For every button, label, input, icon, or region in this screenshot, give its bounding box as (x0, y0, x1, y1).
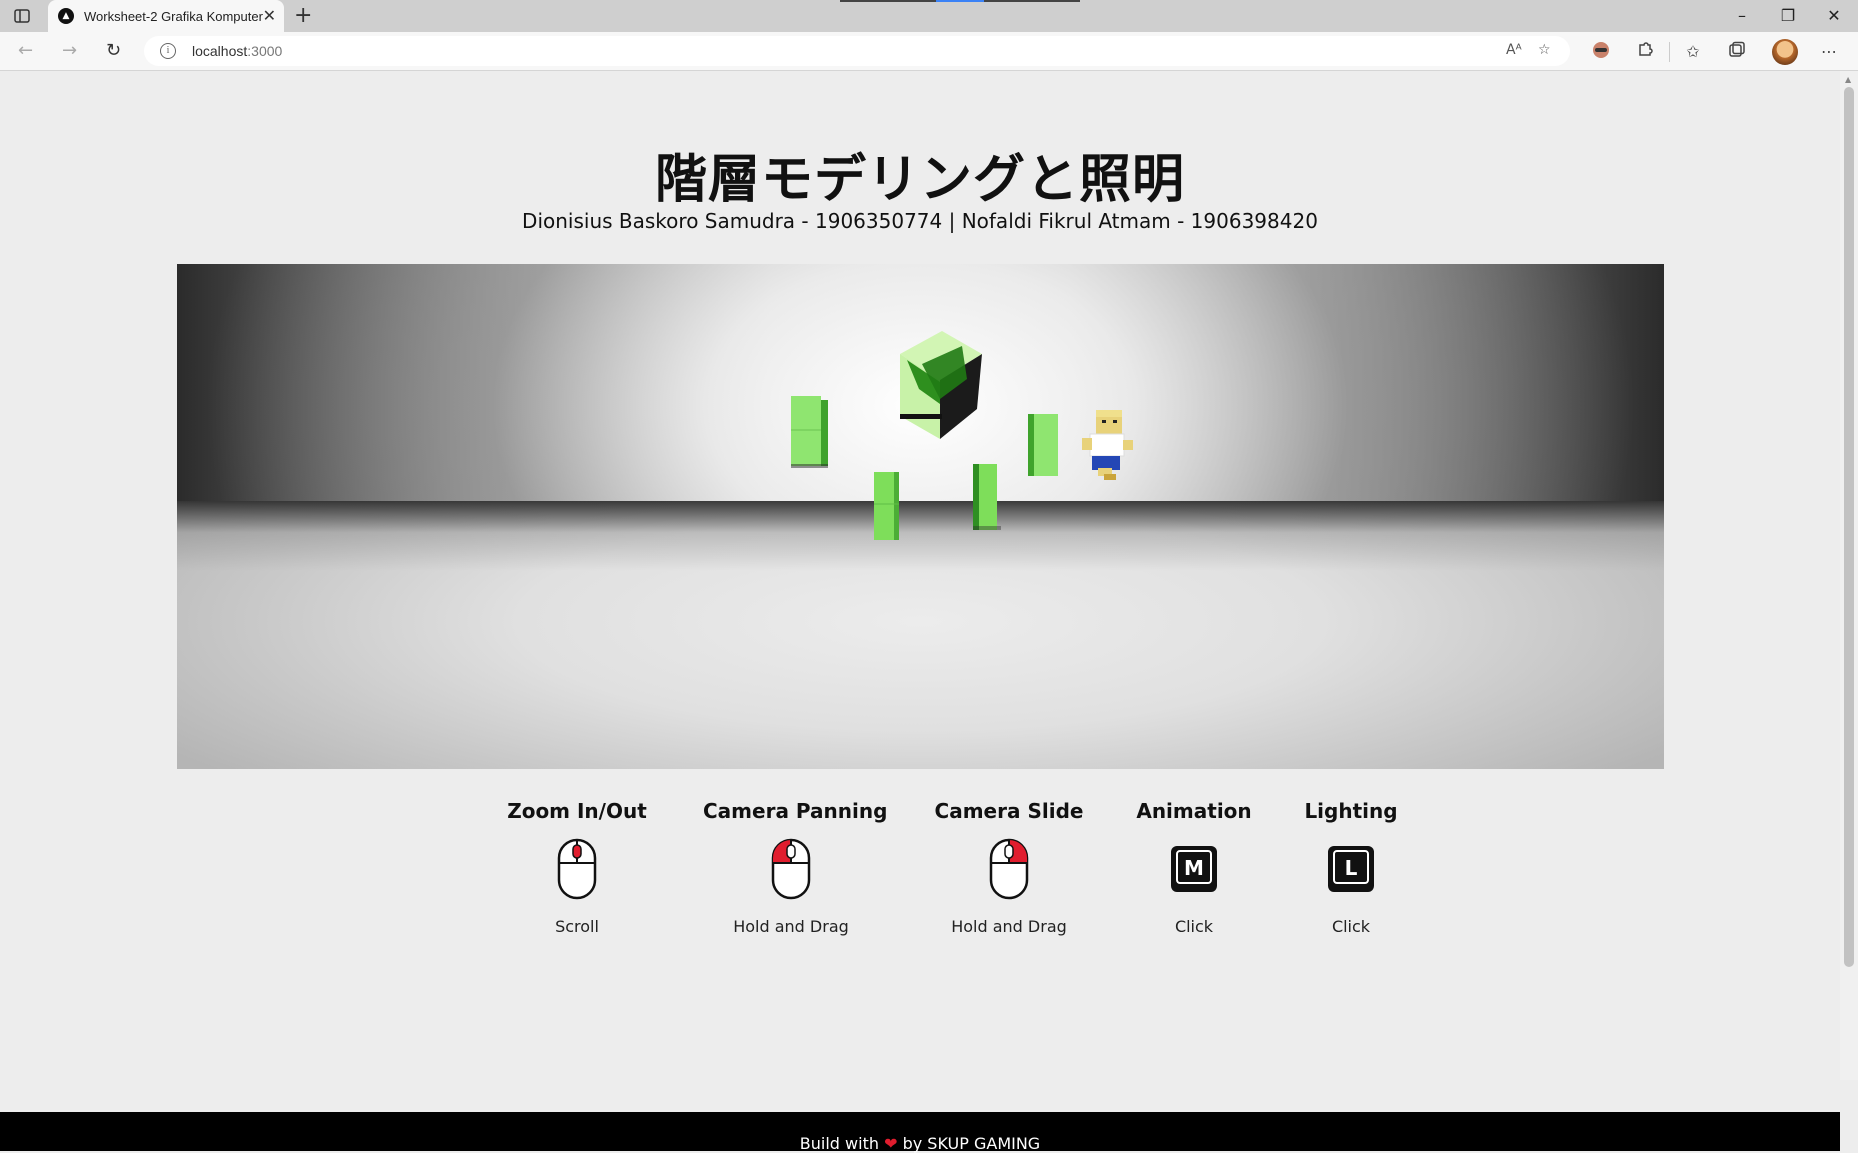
left-pillar (791, 396, 828, 468)
blocky-character (1082, 410, 1133, 480)
mouse-scroll-icon (553, 837, 601, 901)
mouse-right-click-icon (985, 837, 1033, 901)
key-m-icon: M (1170, 837, 1218, 901)
scroll-up-arrow-icon[interactable]: ▲ (1845, 75, 1851, 84)
scroll-thumb[interactable] (1844, 87, 1854, 967)
page-subtitle: Dionisius Baskoro Samudra - 1906350774 |… (522, 209, 1318, 233)
heart-icon: ❤ (884, 1134, 898, 1153)
favorites-icon[interactable]: ✩ (1682, 41, 1704, 63)
back-arrow-icon[interactable]: ← (18, 40, 33, 62)
page-content: 階層モデリングと照明 Dionisius Baskoro Samudra - 1… (0, 71, 1840, 1153)
read-aloud-icon[interactable]: Aᴬ (1506, 42, 1522, 58)
footer-prefix: Build with (799, 1134, 879, 1153)
site-favicon-icon: ▲ (58, 8, 74, 24)
webgl-canvas[interactable] (177, 264, 1664, 769)
control-action: Click (1331, 917, 1371, 936)
control-camera-slide: Camera Slide Hold and Drag (933, 799, 1085, 936)
profile-avatar[interactable] (1772, 39, 1798, 65)
control-zoom: Zoom In/Out Scroll (502, 799, 652, 936)
toolbar-divider (1669, 42, 1670, 62)
control-title: Zoom In/Out (507, 799, 647, 823)
page-title: 階層モデリングと照明 (654, 150, 1185, 210)
browser-tab[interactable]: ▲ Worksheet-2 Grafika Komputer ✕ (48, 0, 284, 32)
scene-objects (791, 331, 1133, 540)
control-animation: Animation M Click (1135, 799, 1253, 936)
url-port: :3000 (247, 43, 283, 59)
controls-legend: Zoom In/Out Scroll Camera Panning Hold a… (0, 799, 1840, 959)
url-host: localhost (192, 43, 248, 59)
address-bar-row: ← → ↻ i localhost:3000 Aᴬ ☆ (0, 32, 1858, 71)
key-l-icon: L (1327, 837, 1375, 901)
favorite-star-icon[interactable]: ☆ (1538, 42, 1551, 58)
control-title: Lighting (1304, 799, 1398, 823)
middle-pillar (874, 472, 899, 540)
window-drag-indicator-active (936, 0, 984, 2)
collections-icon[interactable] (1726, 41, 1748, 63)
tab-actions-icon[interactable] (12, 7, 32, 25)
close-window-icon[interactable]: ✕ (1824, 6, 1844, 26)
minimize-icon[interactable]: – (1732, 6, 1752, 26)
tab-title: Worksheet-2 Grafika Komputer (84, 9, 263, 24)
forward-arrow-icon[interactable]: → (62, 40, 77, 62)
key-m-label: M (1184, 856, 1204, 880)
new-tab-icon[interactable]: + (294, 4, 312, 28)
restore-icon[interactable]: ❐ (1778, 6, 1798, 26)
control-camera-panning: Camera Panning Hold and Drag (703, 799, 888, 936)
site-info-icon[interactable]: i (160, 43, 176, 59)
control-action: Scroll (555, 917, 599, 936)
close-tab-icon[interactable]: ✕ (263, 6, 276, 26)
right-pillar (1028, 414, 1058, 476)
footer-suffix: by SKUP GAMING (902, 1134, 1041, 1153)
control-title: Camera Panning (703, 799, 888, 823)
control-title: Animation (1136, 799, 1252, 823)
control-action: Click (1174, 917, 1214, 936)
control-action: Hold and Drag (733, 917, 849, 936)
url-field[interactable]: i localhost:3000 Aᴬ ☆ (144, 36, 1570, 66)
refresh-icon[interactable]: ↻ (106, 40, 121, 62)
control-action: Hold and Drag (951, 917, 1067, 936)
browser-tab-bar: ▲ Worksheet-2 Grafika Komputer ✕ + – ❐ ✕ (0, 0, 1858, 32)
footer-credit: Build with ❤ by SKUP GAMING (0, 1134, 1840, 1153)
center-right-pillar (973, 464, 1001, 530)
top-cube (900, 331, 982, 439)
control-lighting: Lighting L Click (1296, 799, 1406, 936)
key-l-label: L (1345, 856, 1358, 880)
extensions-puzzle-icon[interactable] (1634, 41, 1656, 63)
control-title: Camera Slide (934, 799, 1084, 823)
more-menu-icon[interactable]: ⋯ (1818, 41, 1840, 63)
extension-avatar-icon[interactable] (1590, 41, 1612, 63)
mouse-left-click-icon (767, 837, 815, 901)
url-text[interactable]: localhost:3000 (192, 43, 282, 59)
footer: Build with ❤ by SKUP GAMING (0, 1112, 1840, 1153)
page-scrollbar[interactable]: ▲ (1840, 71, 1858, 1080)
